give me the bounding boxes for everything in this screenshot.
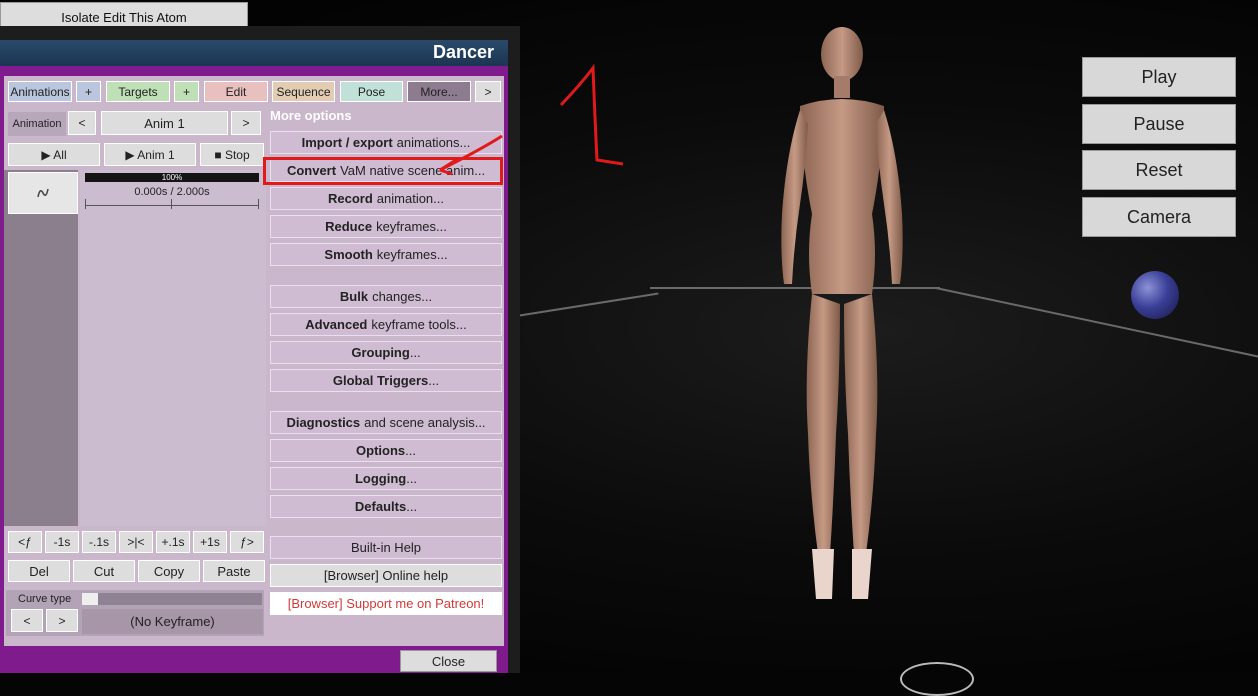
tab-sequence[interactable]: Sequence <box>272 81 335 102</box>
scrubber-tick <box>171 199 172 209</box>
annotation-arrow-icon <box>439 134 503 176</box>
scrubber-progress-bar[interactable]: 100% <box>85 173 259 182</box>
reduce-option[interactable]: Reduce keyframes... <box>270 215 502 238</box>
floor-grid-line <box>510 292 659 318</box>
smooth-option[interactable]: Smooth keyframes... <box>270 243 502 266</box>
grouping-option[interactable]: Grouping... <box>270 341 502 364</box>
next-keyframe-button[interactable]: ƒ> <box>230 531 264 553</box>
plus-01s-button[interactable]: +.1s <box>156 531 190 553</box>
curve-prev-button[interactable]: < <box>11 609 43 632</box>
minus-1s-button[interactable]: -1s <box>45 531 79 553</box>
target-list[interactable] <box>4 170 78 526</box>
stop-button[interactable]: ■ Stop <box>200 143 264 166</box>
minus-01s-button[interactable]: -.1s <box>82 531 116 553</box>
scrubber-track[interactable] <box>85 205 259 206</box>
paste-button[interactable]: Paste <box>203 560 265 582</box>
defaults-option[interactable]: Defaults... <box>270 495 502 518</box>
advanced-option[interactable]: Advanced keyframe tools... <box>270 313 502 336</box>
tab-next-arrow[interactable]: > <box>475 81 501 102</box>
curve-icon[interactable] <box>8 172 78 214</box>
sphere-object[interactable] <box>1131 271 1179 319</box>
curve-type-label: Curve type <box>18 593 72 605</box>
scrubber-tick <box>258 199 259 209</box>
tab-more[interactable]: More... <box>407 81 471 102</box>
animation-selector[interactable]: Anim 1 <box>101 111 228 135</box>
diagnostics-option[interactable]: Diagnostics and scene analysis... <box>270 411 502 434</box>
scrubber-percent: 100% <box>161 173 183 182</box>
tab-animations[interactable]: Animations <box>8 81 72 102</box>
panel-title: Dancer <box>432 42 494 62</box>
floor-ring <box>900 662 974 696</box>
tab-pose[interactable]: Pose <box>340 81 403 102</box>
builtin-help-button[interactable]: Built-in Help <box>270 536 502 559</box>
tab-edit[interactable]: Edit <box>204 81 268 102</box>
logging-option[interactable]: Logging... <box>270 467 502 490</box>
play-anim-button[interactable]: ▶ Anim 1 <box>104 143 196 166</box>
patreon-button[interactable]: [Browser] Support me on Patreon! <box>270 592 502 615</box>
annotation-number-one <box>559 63 624 166</box>
reset-button[interactable]: Reset <box>1082 150 1236 190</box>
online-help-button[interactable]: [Browser] Online help <box>270 564 502 587</box>
close-button[interactable]: Close <box>400 650 497 672</box>
delete-button[interactable]: Del <box>8 560 70 582</box>
cut-button[interactable]: Cut <box>73 560 135 582</box>
curve-type-slider[interactable] <box>82 593 262 605</box>
prev-animation-button[interactable]: < <box>68 111 96 135</box>
copy-button[interactable]: Copy <box>138 560 200 582</box>
camera-button[interactable]: Camera <box>1082 197 1236 237</box>
keyframe-status: (No Keyframe) <box>82 609 263 634</box>
timeline-area[interactable] <box>80 170 266 526</box>
play-button[interactable]: Play <box>1082 57 1236 97</box>
tab-targets-add[interactable]: + <box>174 81 199 102</box>
more-options-heading: More options <box>270 108 352 123</box>
plus-1s-button[interactable]: +1s <box>193 531 227 553</box>
person-figure[interactable] <box>760 14 930 604</box>
scrubber-time: 0.000s / 2.000s <box>134 186 210 198</box>
global-triggers-option[interactable]: Global Triggers... <box>270 369 502 392</box>
bulk-option[interactable]: Bulk changes... <box>270 285 502 308</box>
floor-grid-line <box>935 287 1258 358</box>
scrubber-tick <box>85 199 86 209</box>
tab-animations-add[interactable]: + <box>76 81 101 102</box>
snap-button[interactable]: >|< <box>119 531 153 553</box>
prev-keyframe-button[interactable]: <ƒ <box>8 531 42 553</box>
animation-label: Animation <box>8 112 66 136</box>
options-option[interactable]: Options... <box>270 439 502 462</box>
next-animation-button[interactable]: > <box>231 111 261 135</box>
curve-next-button[interactable]: > <box>46 609 78 632</box>
panel-title-bar: Dancer <box>0 40 508 66</box>
record-option[interactable]: Record animation... <box>270 187 502 210</box>
tab-targets[interactable]: Targets <box>106 81 170 102</box>
play-all-button[interactable]: ▶ All <box>8 143 100 166</box>
pause-button[interactable]: Pause <box>1082 104 1236 144</box>
curve-type-handle[interactable] <box>82 593 98 605</box>
